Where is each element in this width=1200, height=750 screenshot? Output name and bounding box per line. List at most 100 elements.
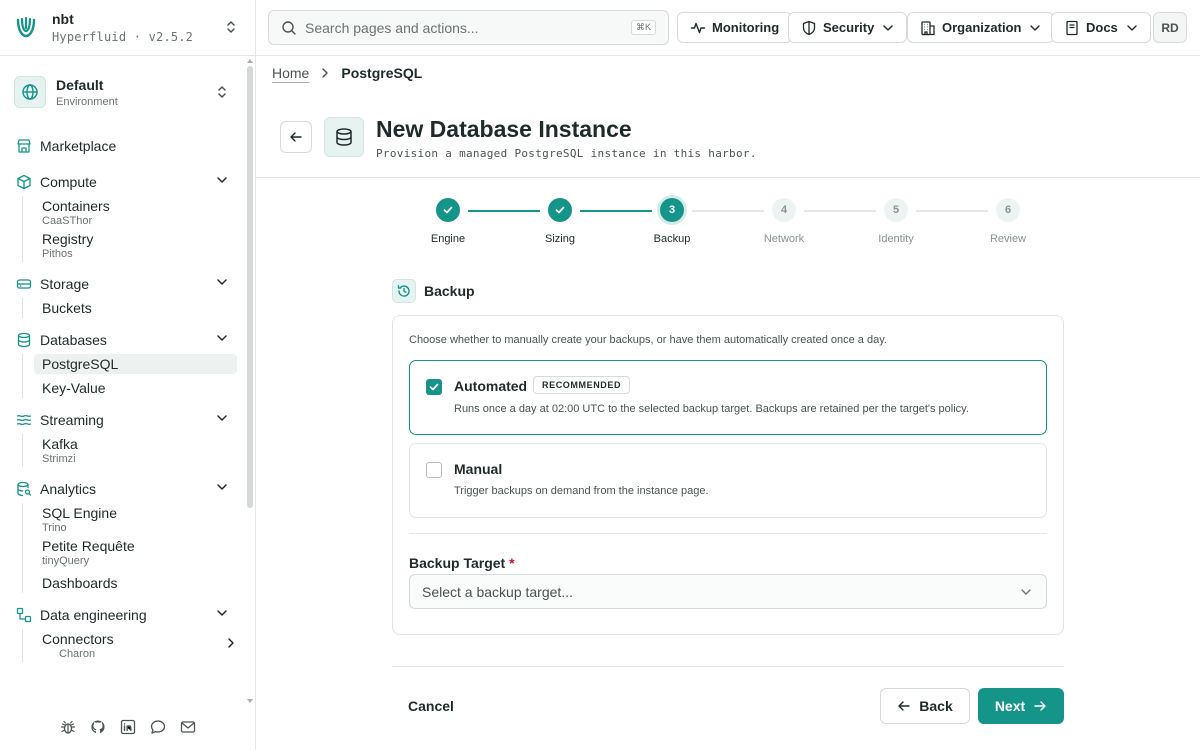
- backup-card: Choose whether to manually create your b…: [392, 315, 1064, 635]
- environment-name: Default: [56, 76, 104, 93]
- step-label: Network: [763, 233, 805, 245]
- sidebar-item-label: Dashboards: [42, 575, 118, 591]
- sidebar-item-storage[interactable]: Storage: [0, 270, 246, 298]
- user-avatar[interactable]: RD: [1153, 12, 1187, 43]
- docs-button[interactable]: Docs: [1051, 12, 1151, 43]
- sidebar-scrollbar[interactable]: [247, 66, 253, 508]
- topbar: Search pages and actions... ⌘K Monitorin…: [256, 0, 1200, 56]
- history-icon: [392, 279, 416, 303]
- sidebar-item-postgresql[interactable]: PostgreSQL: [34, 354, 237, 374]
- sidebar-item-label: Marketplace: [40, 138, 117, 154]
- monitoring-label: Monitoring: [712, 20, 780, 35]
- sidebar-item-buckets[interactable]: Buckets: [34, 298, 237, 318]
- next-button[interactable]: Next: [978, 688, 1064, 724]
- sidebar-item-containers[interactable]: Containers CaaSThor: [34, 196, 237, 229]
- scroll-up-icon[interactable]: [247, 58, 253, 64]
- sidebar-item-sublabel: Charon: [59, 648, 96, 660]
- shield-icon: [802, 20, 816, 35]
- chevron-down-icon: [883, 24, 894, 31]
- backup-target-select[interactable]: Select a backup target...: [409, 574, 1047, 609]
- chevron-right-icon[interactable]: [225, 637, 237, 649]
- sidebar-item-sql-engine[interactable]: SQL Engine Trino: [34, 503, 237, 536]
- brand-product: Hyperfluid: [52, 30, 127, 44]
- github-icon[interactable]: [90, 719, 106, 735]
- sidebar-item-sublabel: Trino: [42, 522, 67, 534]
- wizard-stepper: Engine Sizing 3 Backup 4 Network 5 Ident…: [392, 196, 1064, 252]
- sidebar-item-label: PostgreSQL: [42, 356, 119, 372]
- organization-label: Organization: [942, 20, 1022, 35]
- sidebar-item-registry[interactable]: Registry Pithos: [34, 229, 237, 262]
- sidebar-item-dashboards[interactable]: Dashboards: [34, 573, 237, 593]
- storage-submenu: Buckets: [22, 298, 246, 318]
- step-backup[interactable]: 3 Backup: [616, 196, 728, 245]
- option-automated[interactable]: Automated RECOMMENDED Runs once a day at…: [409, 360, 1047, 435]
- environment-label: Environment: [56, 95, 118, 108]
- streaming-submenu: Kafka Strimzi: [22, 434, 246, 467]
- sidebar-item-kafka[interactable]: Kafka Strimzi: [34, 434, 237, 467]
- brand-name: nbt: [52, 11, 74, 27]
- sidebar-item-label: Containers: [42, 198, 110, 214]
- database-icon: [324, 117, 364, 157]
- step-sizing[interactable]: Sizing: [504, 196, 616, 245]
- page-header: New Database Instance Provision a manage…: [256, 98, 1200, 178]
- backup-target-label: Backup Target *: [409, 555, 515, 571]
- sidebar-item-databases[interactable]: Databases: [0, 326, 246, 354]
- sidebar-item-compute[interactable]: Compute: [0, 168, 246, 196]
- back-label: Back: [919, 698, 953, 714]
- chevron-down-icon[interactable]: [216, 332, 228, 344]
- check-icon: [436, 198, 460, 222]
- chat-icon[interactable]: [150, 719, 166, 735]
- brand-switcher[interactable]: nbt Hyperfluid · v2.5.2: [0, 0, 255, 56]
- step-engine[interactable]: Engine: [392, 196, 504, 245]
- option-manual[interactable]: Manual Trigger backups on demand from th…: [409, 443, 1047, 518]
- security-button[interactable]: Security: [788, 12, 908, 43]
- sidebar-item-streaming[interactable]: Streaming: [0, 406, 246, 434]
- chevrons-up-down-icon[interactable]: [214, 84, 230, 100]
- sidebar-item-petite-requete[interactable]: Petite Requête tinyQuery: [34, 536, 237, 569]
- breadcrumb-current: PostgreSQL: [341, 65, 423, 81]
- sidebar-item-label: Databases: [40, 332, 107, 348]
- check-icon: [548, 198, 572, 222]
- sidebar-item-data-engineering[interactable]: Data engineering: [0, 601, 246, 629]
- chevron-down-icon[interactable]: [216, 481, 228, 493]
- step-network: 4 Network: [728, 196, 840, 245]
- sidebar-item-label: Compute: [40, 174, 97, 190]
- chevron-down-icon: [1020, 586, 1032, 598]
- chevron-down-icon: [1127, 24, 1137, 31]
- box-icon: [16, 174, 32, 190]
- waves-icon: [16, 412, 32, 428]
- organization-button[interactable]: Organization: [907, 12, 1055, 43]
- monitoring-button[interactable]: Monitoring: [677, 12, 793, 43]
- chevrons-up-down-icon[interactable]: [223, 19, 239, 35]
- required-mark: *: [509, 555, 515, 571]
- sidebar-item-connectors[interactable]: Connectors Charon: [34, 629, 237, 662]
- sidebar-item-label: Kafka: [42, 436, 78, 452]
- security-label: Security: [823, 20, 875, 35]
- search-input[interactable]: Search pages and actions... ⌘K: [268, 10, 669, 45]
- sidebar-item-sublabel: Strimzi: [42, 453, 76, 465]
- chevron-down-icon[interactable]: [216, 412, 228, 424]
- step-label: Sizing: [545, 233, 575, 245]
- chevron-down-icon[interactable]: [216, 607, 228, 619]
- arrow-left-icon: [290, 132, 302, 142]
- manual-checkbox[interactable]: [426, 462, 442, 478]
- back-nav-button[interactable]: [280, 121, 312, 153]
- linkedin-icon[interactable]: [120, 719, 136, 735]
- breadcrumb-home-link[interactable]: Home: [272, 65, 309, 81]
- mail-icon[interactable]: [180, 719, 196, 735]
- workflow-icon: [16, 607, 32, 623]
- sidebar-item-analytics[interactable]: Analytics: [0, 475, 246, 503]
- backup-description: Choose whether to manually create your b…: [409, 334, 887, 346]
- sidebar-item-key-value[interactable]: Key-Value: [34, 378, 237, 398]
- back-button[interactable]: Back: [880, 688, 970, 724]
- sidebar-item-marketplace[interactable]: Marketplace: [0, 132, 246, 160]
- bug-icon[interactable]: [60, 719, 76, 735]
- cancel-button[interactable]: Cancel: [392, 688, 470, 724]
- option-description: Trigger backups on demand from the insta…: [454, 485, 709, 497]
- arrow-left-icon: [898, 701, 910, 711]
- environment-switcher[interactable]: Default Environment: [14, 74, 238, 110]
- scroll-down-icon[interactable]: [247, 698, 253, 704]
- automated-checkbox[interactable]: [426, 379, 442, 395]
- chevron-down-icon[interactable]: [216, 276, 228, 288]
- chevron-down-icon[interactable]: [216, 174, 228, 186]
